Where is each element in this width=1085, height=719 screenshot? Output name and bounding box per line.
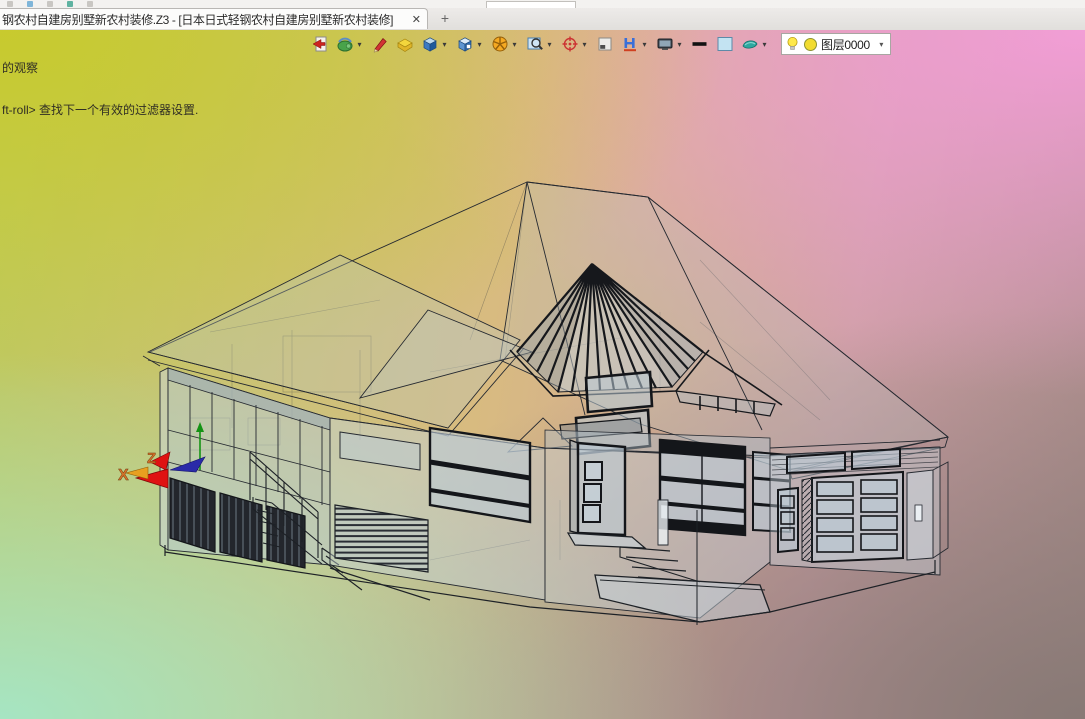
graphics-viewport[interactable]: 的观察 ft-roll> 查找下一个有效的过滤器设置. ▾ ▾ ▾ ▾ ▾ ▾ … [0, 30, 1085, 719]
wireframe-house-model[interactable]: X Z [0, 0, 1085, 719]
center-left-block [329, 417, 546, 601]
z-axis-label: Z [147, 450, 156, 467]
application-window: 钢农村自建房别墅新农村装修.Z3 - [日本日式轻钢农村自建房别墅新农村装修] … [0, 0, 1085, 719]
garage-block [769, 446, 949, 576]
entry-block [544, 429, 791, 625]
x-axis-label: X [118, 467, 129, 484]
